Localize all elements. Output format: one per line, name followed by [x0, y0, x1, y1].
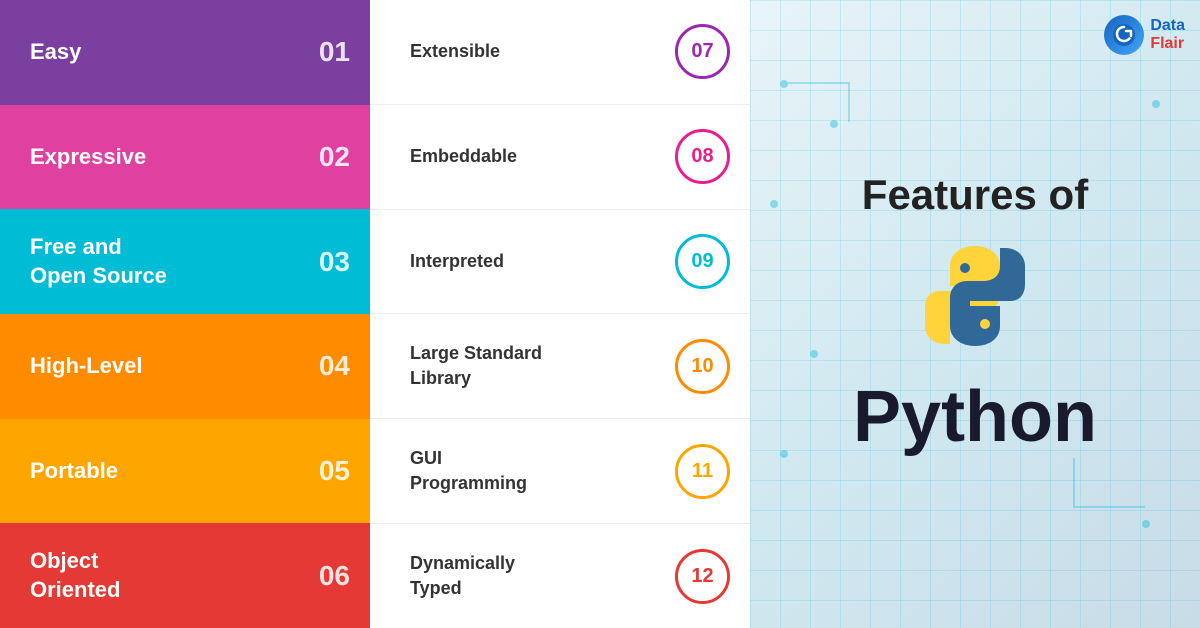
circuit-dot — [1152, 100, 1160, 108]
feature-label-extensible: Extensible — [410, 41, 675, 62]
circuit-dot — [780, 80, 788, 88]
circuit-line — [788, 82, 848, 84]
dataflair-flair-label: Flair — [1150, 35, 1185, 53]
feature-number-03: 03 — [319, 246, 350, 278]
feature-item-dynamically-typed: DynamicallyTyped 12 — [370, 524, 750, 628]
feature-item-expressive: Expressive 02 — [0, 105, 370, 210]
feature-number-02: 02 — [319, 141, 350, 173]
feature-label-object-oriented: ObjectOriented — [30, 547, 120, 604]
circle-12: 12 — [675, 549, 730, 604]
circle-07: 07 — [675, 24, 730, 79]
feature-label-free-open-source: Free andOpen Source — [30, 233, 167, 290]
circuit-line — [848, 82, 850, 122]
feature-number-04: 04 — [319, 350, 350, 382]
feature-label-expressive: Expressive — [30, 144, 146, 170]
feature-label-high-level: High-Level — [30, 353, 142, 379]
feature-item-gui-programming: GUIProgramming 11 — [370, 419, 750, 524]
circuit-dot — [830, 120, 838, 128]
circuit-dot — [810, 350, 818, 358]
branding-panel: Data Flair Features of Python — [750, 0, 1200, 628]
circuit-line — [1073, 458, 1075, 508]
python-logo — [915, 236, 1035, 361]
circuit-dot — [1142, 520, 1150, 528]
feature-label-embeddable: Embeddable — [410, 146, 675, 167]
circle-11: 11 — [675, 444, 730, 499]
dataflair-text: Data Flair — [1150, 17, 1185, 52]
middle-features-panel: Extensible 07 Embeddable 08 Interpreted … — [370, 0, 750, 628]
circuit-dot — [780, 450, 788, 458]
python-title: Python — [853, 376, 1097, 458]
feature-item-free-open-source: Free andOpen Source 03 — [0, 209, 370, 314]
feature-item-object-oriented: ObjectOriented 06 — [0, 523, 370, 628]
circle-08: 08 — [675, 129, 730, 184]
feature-label-dynamically-typed: DynamicallyTyped — [410, 551, 675, 601]
feature-label-interpreted: Interpreted — [410, 251, 675, 272]
dataflair-data-label: Data — [1150, 17, 1185, 35]
feature-number-06: 06 — [319, 560, 350, 592]
dataflair-icon — [1104, 15, 1144, 55]
feature-label-large-std-lib: Large StandardLibrary — [410, 341, 675, 391]
feature-number-05: 05 — [319, 455, 350, 487]
features-of-title: Features of — [862, 170, 1088, 220]
dataflair-logo: Data Flair — [1104, 15, 1185, 55]
feature-item-high-level: High-Level 04 — [0, 314, 370, 419]
feature-label-easy: Easy — [30, 39, 81, 65]
circle-09: 09 — [675, 234, 730, 289]
feature-item-easy: Easy 01 — [0, 0, 370, 105]
feature-item-embeddable: Embeddable 08 — [370, 105, 750, 210]
circuit-line — [1075, 506, 1145, 508]
feature-item-extensible: Extensible 07 — [370, 0, 750, 105]
feature-label-portable: Portable — [30, 458, 118, 484]
feature-item-interpreted: Interpreted 09 — [370, 210, 750, 315]
feature-number-01: 01 — [319, 36, 350, 68]
feature-item-portable: Portable 05 — [0, 419, 370, 524]
circuit-dot — [770, 200, 778, 208]
circle-10: 10 — [675, 339, 730, 394]
left-features-panel: Easy 01 Expressive 02 Free andOpen Sourc… — [0, 0, 370, 628]
feature-label-gui-programming: GUIProgramming — [410, 446, 675, 496]
feature-item-large-std-lib: Large StandardLibrary 10 — [370, 314, 750, 419]
